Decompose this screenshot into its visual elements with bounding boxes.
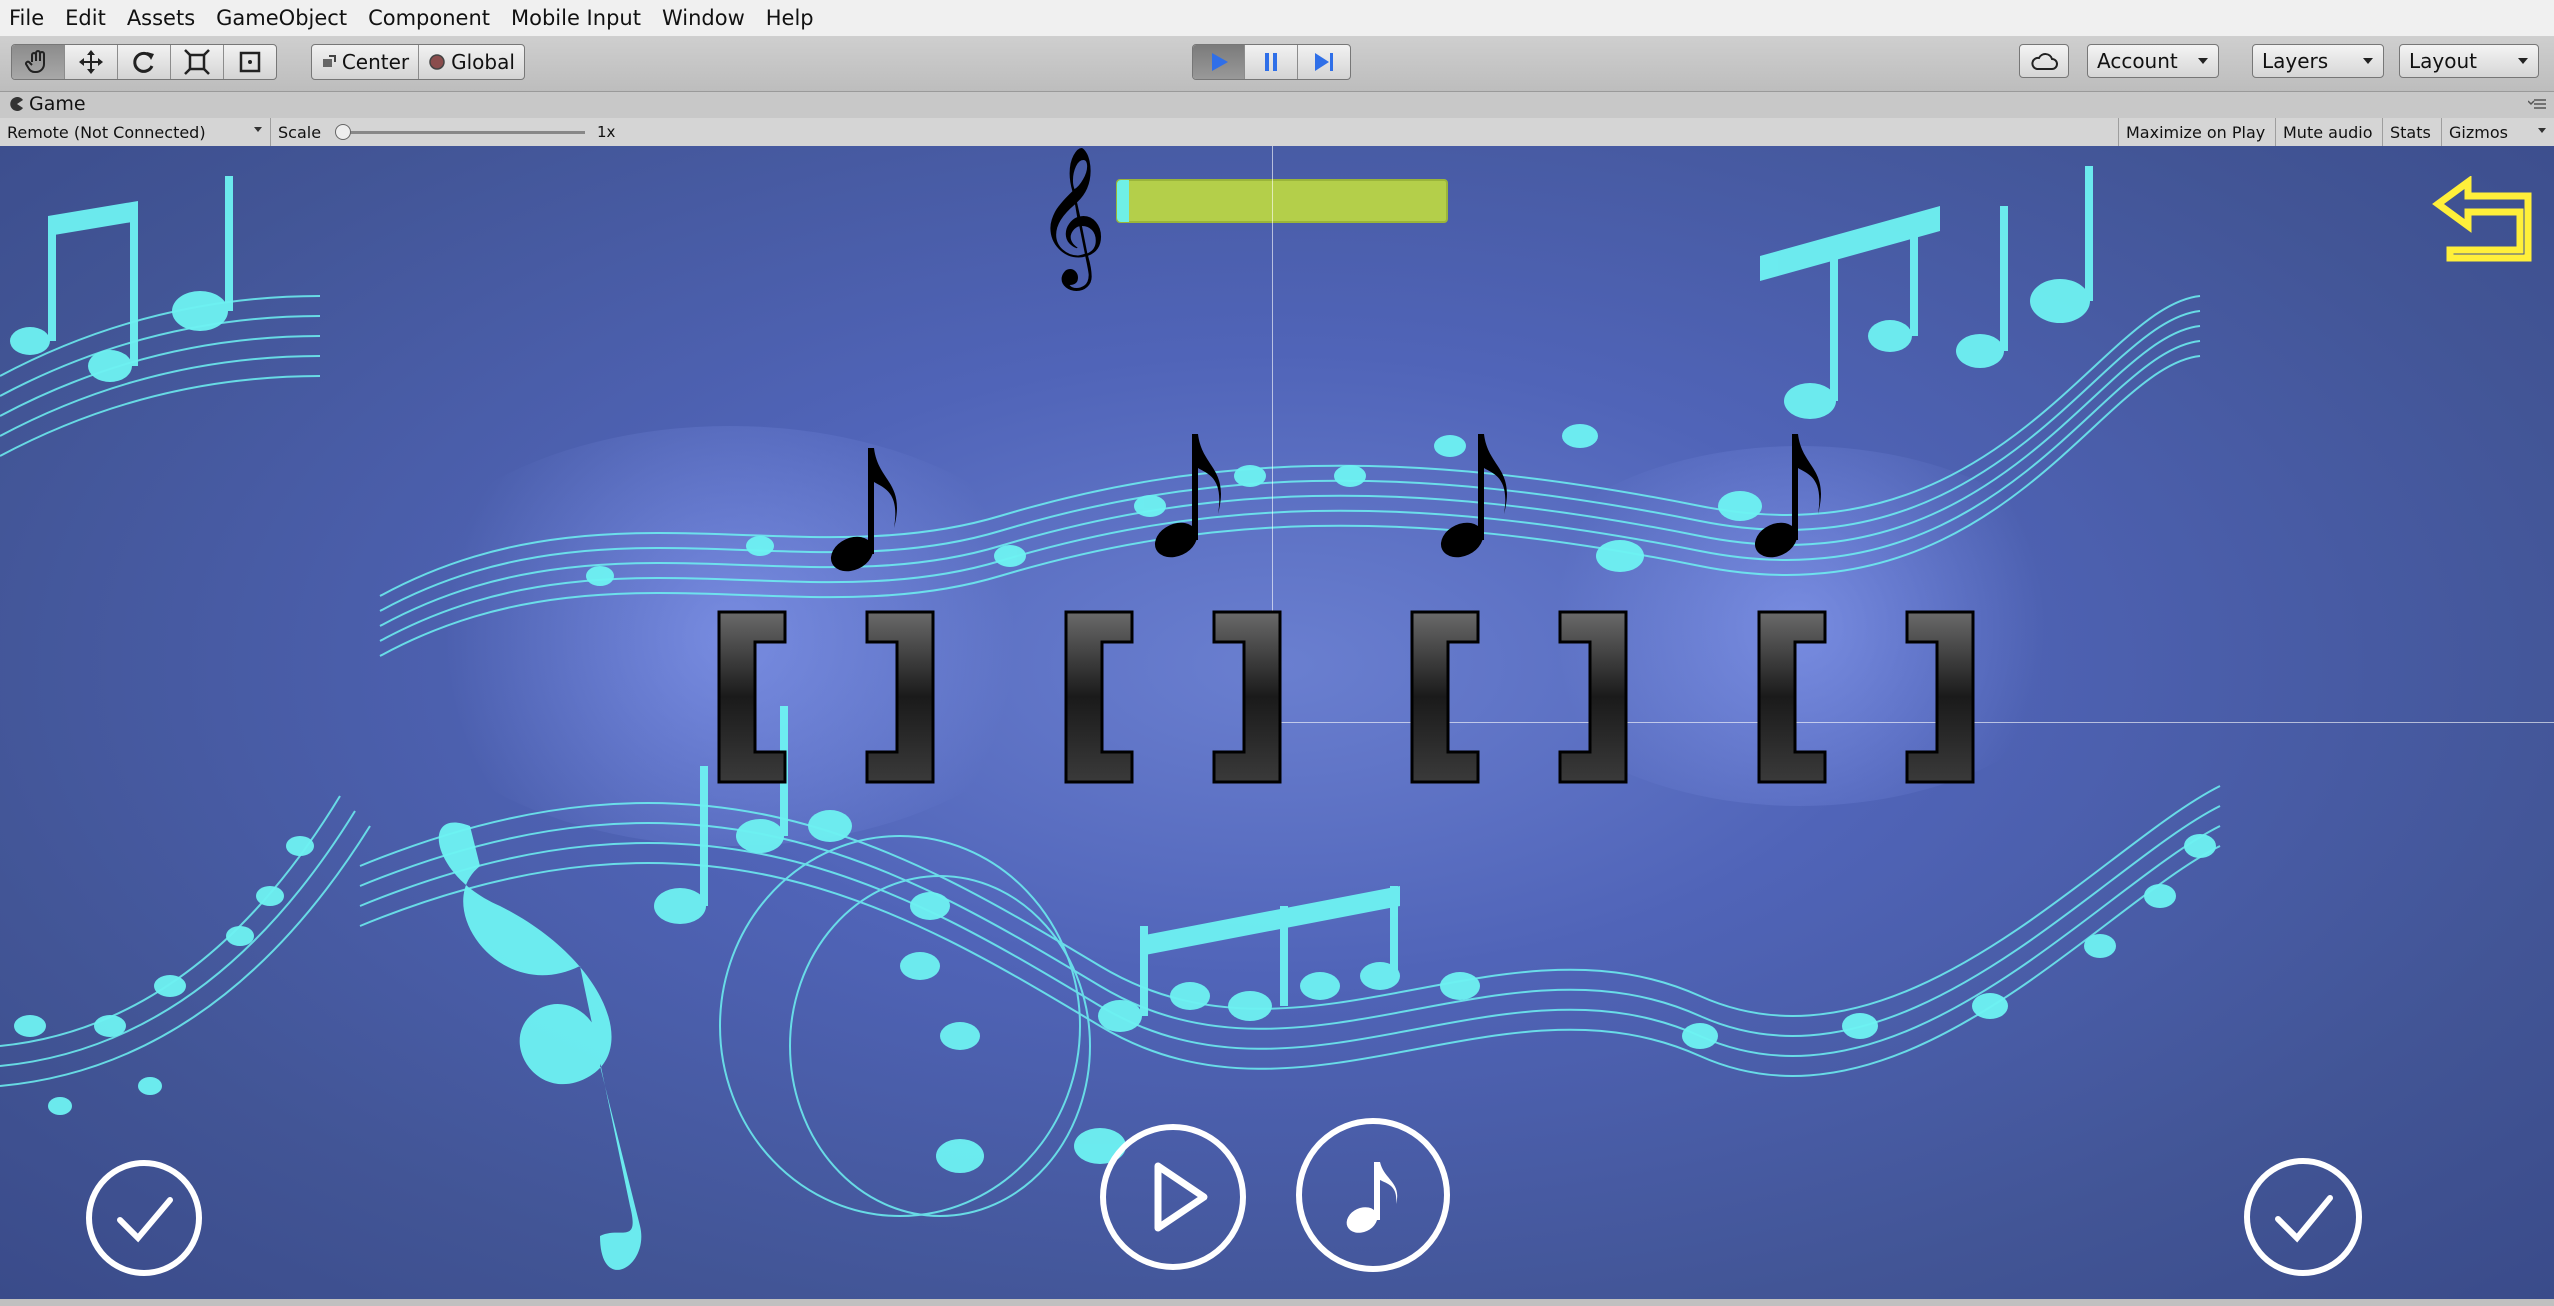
hand-tool-button[interactable] [12, 45, 65, 79]
space-label: Global [451, 50, 515, 74]
progress-meter [1116, 179, 1448, 223]
rotate-icon [133, 51, 154, 73]
play-icon [1211, 53, 1228, 71]
menu-mobile-input[interactable]: Mobile Input [502, 6, 653, 30]
move-icon [79, 50, 103, 74]
dropdown-arrow-icon [2518, 58, 2528, 64]
dropdown-arrow-icon [2198, 58, 2208, 64]
eighth-note-icon [830, 448, 897, 572]
dropdown-arrow-icon [254, 127, 262, 132]
game-tab-header: Game [0, 92, 2554, 118]
play-button-game[interactable] [1100, 1124, 1246, 1270]
display-dropdown[interactable]: Remote (Not Connected) [0, 118, 270, 146]
scale-icon [184, 49, 210, 75]
scale-slider-track[interactable] [341, 131, 585, 134]
game-tab[interactable]: Game [10, 93, 86, 115]
hand-icon [25, 50, 45, 73]
scale-slider-thumb[interactable] [335, 124, 351, 140]
scale-tool-button[interactable] [171, 45, 224, 79]
menu-file[interactable]: File [0, 6, 56, 30]
note-slot[interactable] [1755, 608, 1977, 786]
eighth-note-icon [1754, 434, 1821, 558]
note-slot[interactable] [1408, 608, 1630, 786]
gizmos-dropdown[interactable]: Gizmos [2441, 118, 2554, 146]
pivot-label: Center [341, 50, 410, 74]
pause-button[interactable] [1245, 45, 1298, 79]
menu-assets[interactable]: Assets [118, 6, 207, 30]
cloud-icon [2031, 53, 2058, 70]
scale-control: Scale 1x [270, 118, 630, 146]
window-bottom-edge [0, 1299, 2554, 1306]
menu-gameobject[interactable]: GameObject [207, 6, 359, 30]
pivot-center-button[interactable]: Center [312, 45, 419, 79]
cloud-button[interactable] [2019, 44, 2069, 78]
check-button-right[interactable] [2244, 1158, 2362, 1276]
check-button-left[interactable] [86, 1160, 202, 1276]
layers-dropdown[interactable]: Layers [2252, 44, 2384, 78]
note-button[interactable] [1296, 1118, 1450, 1272]
rotate-tool-button[interactable] [118, 45, 171, 79]
eighth-note-icon [1440, 434, 1507, 558]
step-icon [1315, 53, 1333, 71]
transform-tools [11, 44, 277, 80]
play-button[interactable] [1193, 45, 1245, 79]
bracket-icon [1064, 610, 1282, 784]
scale-value: 1x [597, 123, 616, 141]
move-tool-button[interactable] [65, 45, 118, 79]
bracket-icon [1410, 610, 1628, 784]
account-label: Account [2097, 49, 2178, 73]
mute-audio-toggle[interactable]: Mute audio [2275, 118, 2382, 146]
dropdown-arrow-icon [2538, 128, 2546, 133]
note-slot[interactable] [715, 608, 937, 786]
pivot-controls: Center Global [311, 44, 525, 80]
back-arrow-icon[interactable] [2430, 176, 2534, 266]
play-icon [1154, 1162, 1208, 1232]
pacman-icon [10, 97, 23, 111]
bracket-icon [717, 610, 935, 784]
pause-icon [1265, 53, 1277, 71]
menu-bar: File Edit Assets GameObject Component Mo… [0, 0, 2554, 36]
tab-menu-icon[interactable] [2528, 98, 2546, 112]
menu-component[interactable]: Component [359, 6, 502, 30]
eighth-note-icon [1154, 434, 1221, 558]
layers-label: Layers [2262, 49, 2329, 73]
rect-tool-button[interactable] [224, 45, 276, 79]
rect-tool-icon [239, 51, 261, 73]
dropdown-arrow-icon [2363, 58, 2373, 64]
account-dropdown[interactable]: Account [2087, 44, 2219, 78]
bracket-icon [1757, 610, 1975, 784]
maximize-on-play-toggle[interactable]: Maximize on Play [2118, 118, 2275, 146]
mute-label: Mute audio [2283, 122, 2373, 142]
menu-help[interactable]: Help [757, 6, 826, 30]
display-label: Remote (Not Connected) [7, 122, 206, 142]
scale-label: Scale [278, 122, 322, 142]
note-slot[interactable] [1062, 608, 1284, 786]
treble-clef-icon: 𝄞 [1036, 146, 1107, 285]
menu-edit[interactable]: Edit [56, 6, 118, 30]
game-view-toolbar: Remote (Not Connected) Scale 1x Maximize… [0, 118, 2554, 147]
checkmark-icon [117, 1197, 173, 1243]
layout-dropdown[interactable]: Layout [2399, 44, 2539, 78]
music-note-icon [1346, 1162, 1398, 1233]
game-view: 𝄞 [0, 146, 2554, 1299]
globe-icon [429, 54, 445, 70]
stats-toggle[interactable]: Stats [2382, 118, 2441, 146]
layout-label: Layout [2409, 49, 2477, 73]
game-tab-title: Game [29, 93, 86, 115]
toolbar: Center Global Account Layers Layout [0, 36, 2554, 92]
progress-fill [1117, 180, 1129, 222]
checkmark-icon [2275, 1195, 2333, 1243]
menu-window[interactable]: Window [653, 6, 757, 30]
maximize-label: Maximize on Play [2126, 122, 2266, 142]
gizmos-label: Gizmos [2449, 122, 2508, 142]
playback-controls [1192, 44, 1351, 80]
pivot-space-button[interactable]: Global [419, 45, 524, 79]
pivot-icon [322, 55, 336, 67]
step-button[interactable] [1298, 45, 1350, 79]
stats-label: Stats [2390, 122, 2431, 142]
